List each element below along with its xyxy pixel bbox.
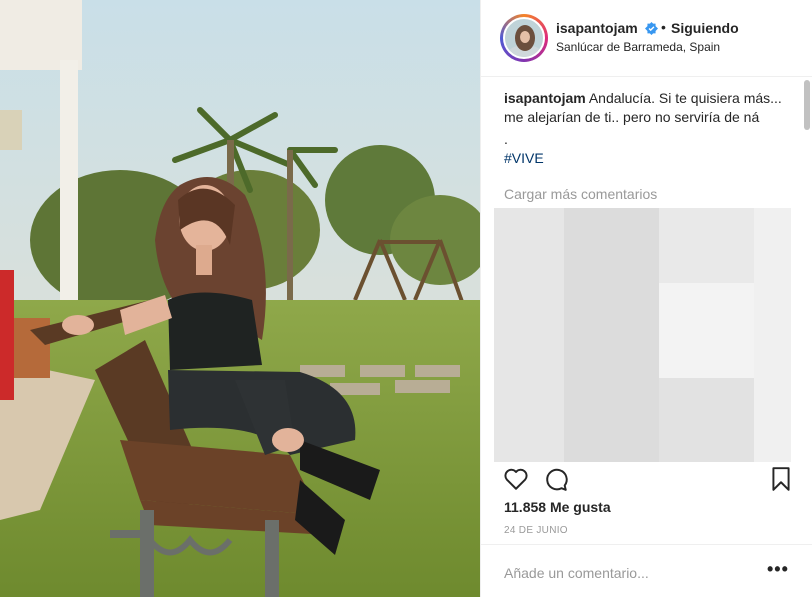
caption-username[interactable]: isapantojam (504, 90, 586, 106)
post-photo[interactable] (0, 0, 480, 597)
scrollbar-thumb[interactable] (804, 80, 810, 130)
caption-block: isapantojam Andalucía. Si te quisiera má… (504, 89, 794, 167)
more-options-icon[interactable]: ••• (767, 559, 789, 580)
post-actions (481, 462, 812, 498)
avatar-story-ring[interactable] (500, 14, 548, 62)
post-header: isapantojam • Siguiendo Sanlúcar de Barr… (481, 0, 812, 77)
bookmark-icon[interactable] (768, 466, 794, 492)
likes-count[interactable]: 11.858 Me gusta (504, 499, 611, 515)
location-link[interactable]: Sanlúcar de Barrameda, Spain (556, 40, 720, 54)
hashtag-link[interactable]: #VIVE (504, 149, 794, 168)
add-comment-bar: Añade un comentario... ••• (481, 544, 812, 597)
add-comment-input[interactable]: Añade un comentario... (504, 565, 649, 581)
follow-status-button[interactable]: Siguiendo (671, 20, 739, 36)
heart-icon[interactable] (503, 466, 529, 492)
blurred-comments-area (494, 208, 791, 462)
header-username[interactable]: isapantojam (556, 20, 638, 36)
photo-scene (0, 0, 480, 597)
caption-dot: . (504, 131, 508, 147)
caption-text: isapantojam Andalucía. Si te quisiera má… (504, 89, 794, 126)
verified-badge-icon (645, 22, 658, 35)
comment-icon[interactable] (543, 466, 569, 492)
header-separator: • (661, 19, 666, 35)
load-more-comments-button[interactable]: Cargar más comentarios (504, 186, 657, 202)
comments-scrollbar[interactable] (803, 80, 811, 460)
post-sidebar: isapantojam • Siguiendo Sanlúcar de Barr… (480, 0, 812, 597)
avatar[interactable] (503, 17, 545, 59)
post-date[interactable]: 24 DE JUNIO (504, 525, 568, 536)
